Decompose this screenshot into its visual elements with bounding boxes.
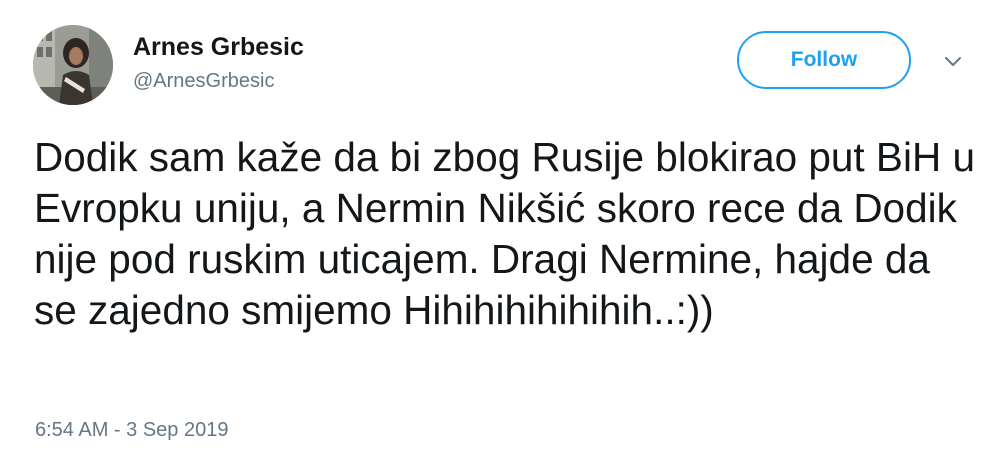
chevron-down-icon <box>945 57 961 66</box>
tweet-card: Arnes Grbesic @ArnesGrbesic Follow Dodik… <box>0 0 993 454</box>
tweet-timestamp[interactable]: 6:54 AM - 3 Sep 2019 <box>35 417 228 443</box>
display-name[interactable]: Arnes Grbesic <box>133 32 304 62</box>
avatar[interactable] <box>33 25 113 105</box>
follow-button[interactable]: Follow <box>737 31 911 89</box>
user-handle[interactable]: @ArnesGrbesic <box>133 68 274 94</box>
tweet-text: Dodik sam kaže da bi zbog Rusije blokira… <box>34 134 987 333</box>
more-options-button[interactable] <box>940 50 966 72</box>
avatar-photo <box>33 25 113 105</box>
